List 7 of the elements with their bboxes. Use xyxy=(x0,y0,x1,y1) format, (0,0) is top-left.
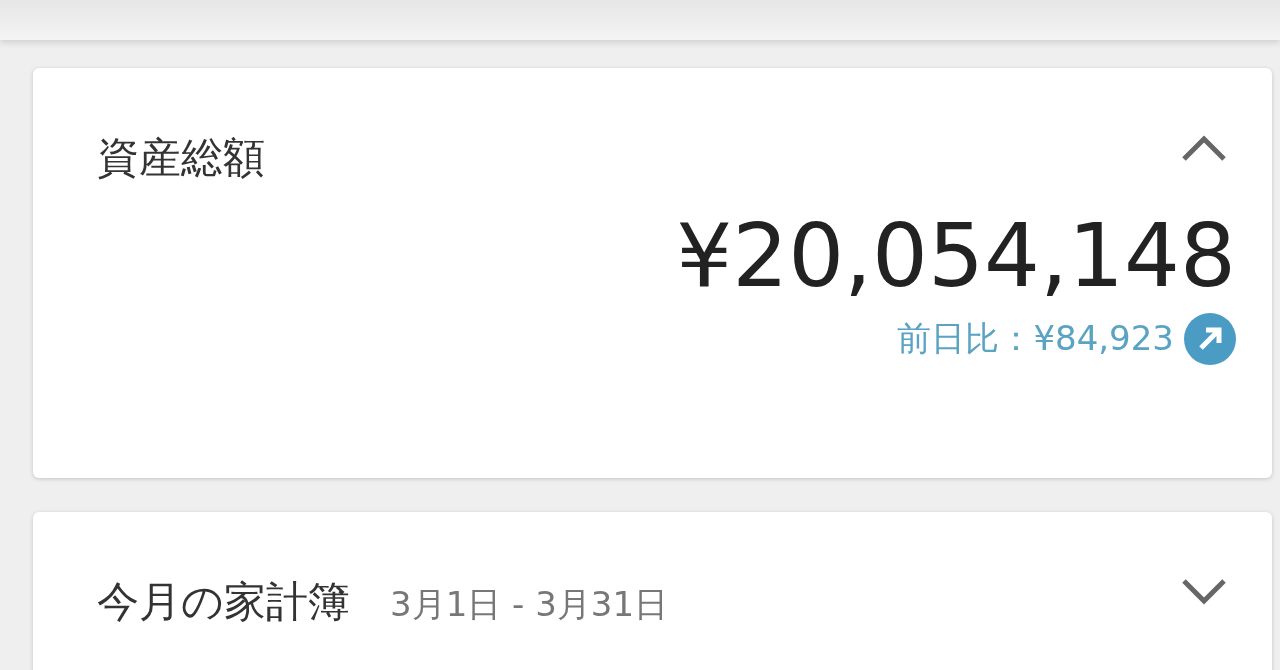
date-range: 3月1日 - 3月31日 xyxy=(390,583,669,626)
total-amount: ¥20,054,148 xyxy=(676,204,1236,307)
card-title: 資産総額 xyxy=(97,132,265,184)
chevron-icon[interactable] xyxy=(1180,133,1228,163)
card-title: 今月の家計簿 xyxy=(97,576,350,628)
chevron-icon[interactable] xyxy=(1180,577,1228,607)
change-text: 前日比：¥84,923 xyxy=(897,317,1174,360)
